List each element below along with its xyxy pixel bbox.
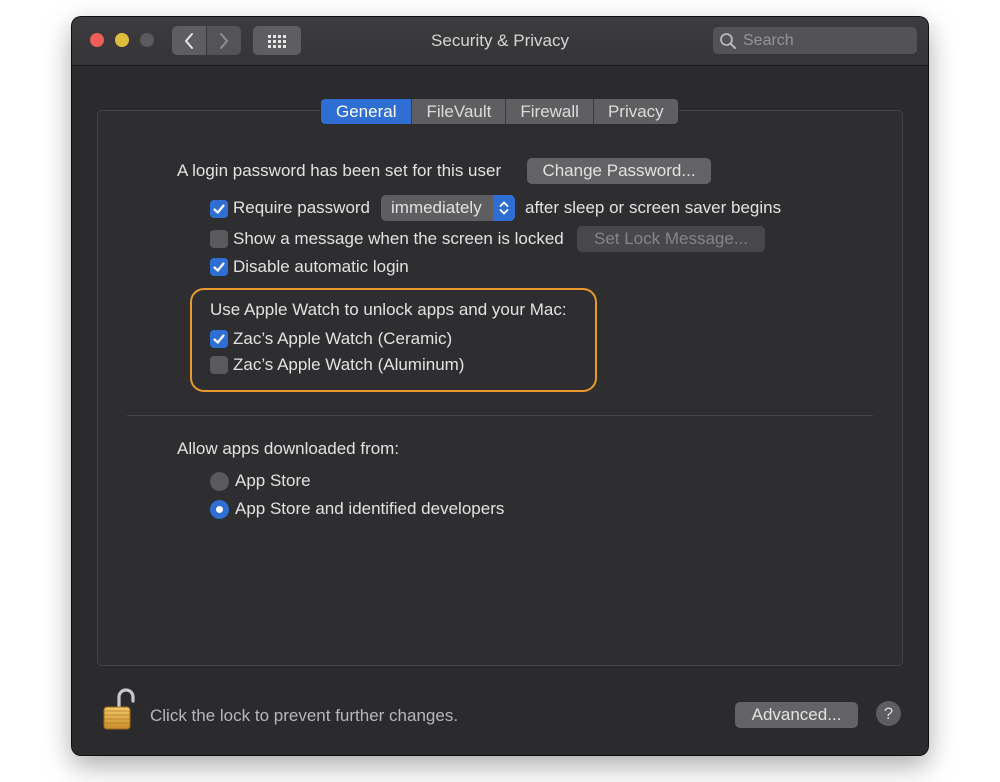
tab-firewall[interactable]: Firewall <box>505 99 593 124</box>
popup-arrows-icon <box>493 195 515 221</box>
unlocked-padlock-icon[interactable] <box>102 687 136 731</box>
title-bar: Security & Privacy Search <box>72 17 928 66</box>
radio-dot-icon <box>216 506 223 513</box>
search-icon <box>720 32 736 49</box>
checkmark-icon <box>213 204 225 214</box>
apple-watch-heading: Use Apple Watch to unlock apps and your … <box>210 300 567 319</box>
section-divider <box>127 415 873 416</box>
app-store-identified-radio[interactable] <box>210 500 229 519</box>
preferences-window: Security & Privacy Search General FileVa… <box>72 17 928 755</box>
apple-watch-aluminum-checkbox[interactable] <box>210 356 228 374</box>
require-password-delay-select[interactable]: immediately <box>381 195 515 221</box>
checkmark-icon <box>213 262 225 272</box>
change-password-button[interactable]: Change Password... <box>527 158 711 184</box>
app-store-label: App Store <box>235 471 311 490</box>
help-button[interactable]: ? <box>876 701 901 726</box>
tab-filevault[interactable]: FileVault <box>411 99 506 124</box>
search-field[interactable]: Search <box>713 27 917 54</box>
app-store-identified-label: App Store and identified developers <box>235 499 505 518</box>
apple-watch-ceramic-checkbox[interactable] <box>210 330 228 348</box>
tab-general[interactable]: General <box>321 99 412 124</box>
show-message-label: Show a message when the screen is locked <box>233 229 564 248</box>
disable-auto-login-checkbox[interactable] <box>210 258 228 276</box>
checkmark-icon <box>213 334 225 344</box>
advanced-button[interactable]: Advanced... <box>735 702 858 728</box>
login-password-text: A login password has been set for this u… <box>177 161 502 180</box>
tab-privacy[interactable]: Privacy <box>592 99 678 124</box>
require-password-checkbox[interactable] <box>210 200 228 218</box>
require-password-label: Require password <box>233 198 371 217</box>
allow-apps-heading: Allow apps downloaded from: <box>177 439 400 458</box>
disable-auto-login-label: Disable automatic login <box>233 257 409 276</box>
tab-bar: General FileVault Firewall Privacy <box>320 98 679 125</box>
app-store-radio[interactable] <box>210 472 229 491</box>
require-password-suffix: after sleep or screen saver begins <box>525 198 782 217</box>
show-message-checkbox[interactable] <box>210 230 228 248</box>
set-lock-message-button[interactable]: Set Lock Message... <box>577 226 765 252</box>
lock-status-text: Click the lock to prevent further change… <box>150 706 459 725</box>
apple-watch-aluminum-label: Zac’s Apple Watch (Aluminum) <box>233 355 465 374</box>
search-placeholder: Search <box>743 31 794 49</box>
require-password-delay-value: immediately <box>391 198 482 217</box>
apple-watch-ceramic-label: Zac’s Apple Watch (Ceramic) <box>233 329 453 348</box>
